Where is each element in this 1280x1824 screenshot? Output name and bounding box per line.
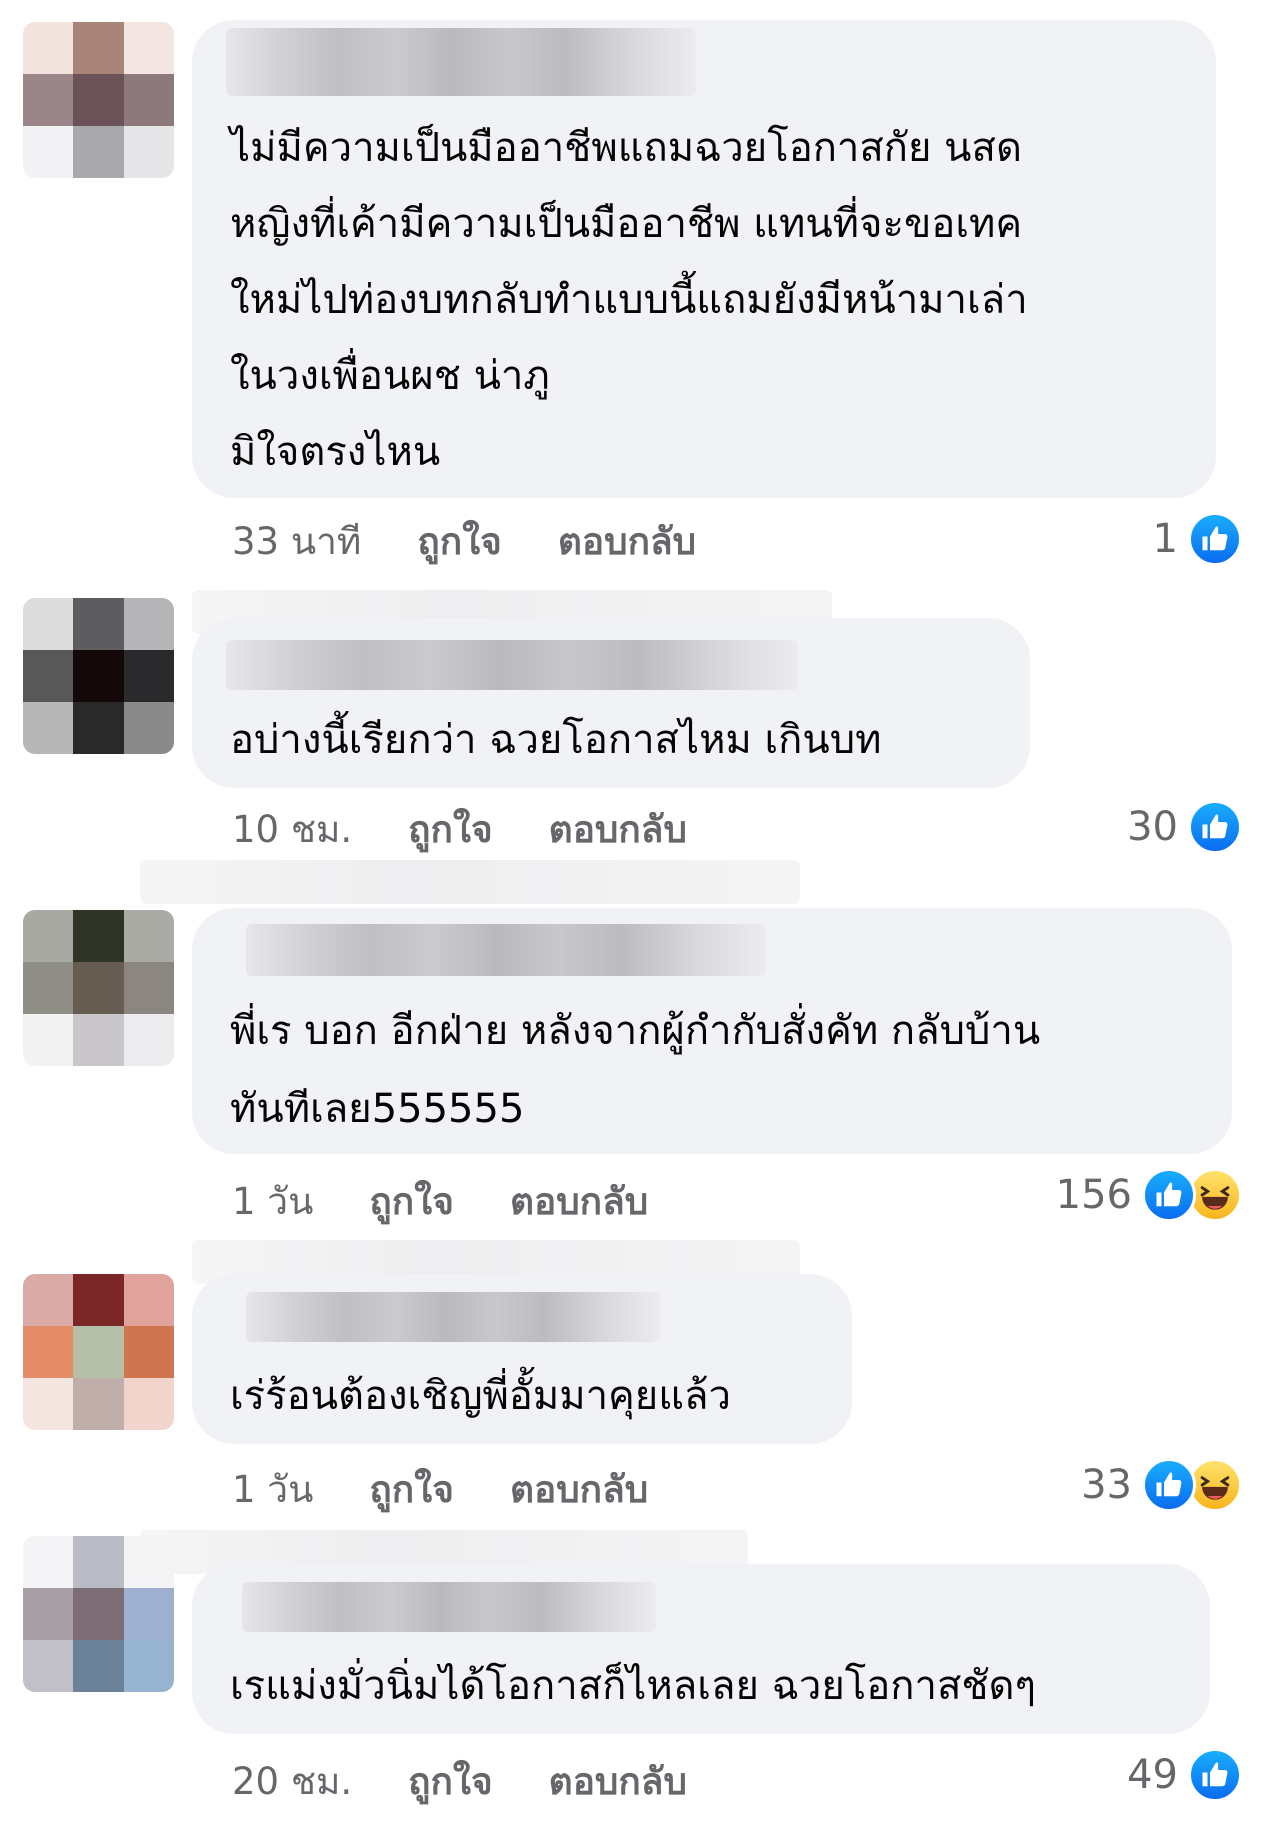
comment-actions: 20 ชม. ถูกใจ ตอบกลับ <box>232 1752 687 1811</box>
avatar-pixel <box>73 1588 124 1640</box>
avatar-pixel <box>123 962 174 1014</box>
avatar-pixel <box>23 74 74 126</box>
haha-icon <box>1188 1458 1242 1512</box>
like-button[interactable]: ถูกใจ <box>408 1752 493 1811</box>
comment-actions: 10 ชม. ถูกใจ ตอบกลับ <box>232 800 687 859</box>
like-icon <box>1188 800 1242 854</box>
avatar-pixel <box>73 22 124 74</box>
avatar-pixel <box>73 598 124 650</box>
reaction-count: 1 <box>1152 516 1178 562</box>
comment-bubble: อบ่างนี้เรียกว่า ฉวยโอกาสไหม เกินบท <box>192 618 1030 788</box>
comment-actions: 1 วัน ถูกใจ ตอบกลับ <box>232 1172 648 1231</box>
comment-time[interactable]: 20 ชม. <box>232 1752 352 1811</box>
like-icon <box>1188 512 1242 566</box>
avatar[interactable] <box>23 910 174 1066</box>
avatar[interactable] <box>23 1274 174 1430</box>
avatar-pixel <box>73 126 124 178</box>
avatar-pixel <box>23 1378 74 1430</box>
comment-time[interactable]: 1 วัน <box>232 1460 313 1519</box>
avatar-pixel <box>123 1378 174 1430</box>
avatar-pixel <box>73 910 124 962</box>
avatar-pixel <box>73 1274 124 1326</box>
comment-time[interactable]: 1 วัน <box>232 1172 313 1231</box>
avatar-pixel <box>23 22 74 74</box>
avatar-pixel <box>23 1640 74 1692</box>
comment-bubble: เรแม่งมั่วนิ่มได้โอกาสก็ไหลเลย ฉวยโอกาสช… <box>192 1564 1210 1734</box>
avatar-pixel <box>123 1274 174 1326</box>
avatar-pixel <box>73 1326 124 1378</box>
reply-button[interactable]: ตอบกลับ <box>510 1460 648 1519</box>
comment-bubble: ไม่มีความเป็นมืออาชีพแถมฉวยโอกาสกัย นสด … <box>192 20 1216 498</box>
avatar[interactable] <box>23 22 174 178</box>
haha-icon <box>1188 1168 1242 1222</box>
comment-time[interactable]: 10 ชม. <box>232 800 352 859</box>
avatar-pixel <box>123 1014 174 1066</box>
avatar-pixel <box>23 910 74 962</box>
commenter-name[interactable] <box>246 924 766 976</box>
reaction-count: 33 <box>1081 1462 1132 1508</box>
avatar-pixel <box>123 910 174 962</box>
like-icon <box>1188 1748 1242 1802</box>
avatar-pixel <box>123 1326 174 1378</box>
avatar-pixel <box>23 702 74 754</box>
like-icon <box>1142 1458 1196 1512</box>
avatar-pixel <box>73 1640 124 1692</box>
comment-actions: 1 วัน ถูกใจ ตอบกลับ <box>232 1460 648 1519</box>
reaction-summary[interactable]: 30 <box>1127 800 1242 854</box>
avatar-pixel <box>23 1326 74 1378</box>
reaction-summary[interactable]: 156 <box>1056 1168 1242 1222</box>
name-blur-top <box>140 860 800 904</box>
avatar-pixel <box>73 1536 124 1588</box>
avatar-pixel <box>23 1588 74 1640</box>
avatar-pixel <box>23 650 74 702</box>
like-button[interactable]: ถูกใจ <box>369 1172 454 1231</box>
avatar-pixel <box>123 702 174 754</box>
avatar-pixel <box>123 126 174 178</box>
commenter-name[interactable] <box>242 1582 656 1632</box>
avatar-pixel <box>73 1014 124 1066</box>
reply-button[interactable]: ตอบกลับ <box>549 1752 687 1811</box>
like-icon <box>1142 1168 1196 1222</box>
comment-actions: 33 นาที ถูกใจ ตอบกลับ <box>232 512 696 571</box>
avatar-pixel <box>73 962 124 1014</box>
avatar-pixel <box>73 702 124 754</box>
avatar-pixel <box>123 1640 174 1692</box>
reaction-summary[interactable]: 1 <box>1153 512 1242 566</box>
avatar-pixel <box>123 74 174 126</box>
commenter-name[interactable] <box>246 1292 660 1342</box>
avatar-pixel <box>73 1378 124 1430</box>
reply-button[interactable]: ตอบกลับ <box>549 800 687 859</box>
commenter-name[interactable] <box>226 28 696 96</box>
avatar-pixel <box>23 1014 74 1066</box>
avatar-pixel <box>123 22 174 74</box>
avatar-pixel <box>123 598 174 650</box>
commenter-name[interactable] <box>226 640 798 690</box>
reaction-count: 30 <box>1127 804 1178 850</box>
avatar-pixel <box>23 1274 74 1326</box>
reaction-summary[interactable]: 49 <box>1127 1748 1242 1802</box>
like-button[interactable]: ถูกใจ <box>417 512 502 571</box>
reaction-count: 49 <box>1127 1752 1178 1798</box>
avatar-pixel <box>73 650 124 702</box>
reaction-count: 156 <box>1055 1172 1132 1218</box>
like-button[interactable]: ถูกใจ <box>369 1460 454 1519</box>
avatar-pixel <box>123 650 174 702</box>
avatar-pixel <box>123 1588 174 1640</box>
avatar[interactable] <box>23 598 174 754</box>
avatar-pixel <box>23 126 74 178</box>
avatar-pixel <box>23 598 74 650</box>
like-button[interactable]: ถูกใจ <box>408 800 493 859</box>
reply-button[interactable]: ตอบกลับ <box>510 1172 648 1231</box>
reaction-summary[interactable]: 33 <box>1081 1458 1242 1512</box>
comment-time[interactable]: 33 นาที <box>232 512 361 571</box>
avatar-pixel <box>73 74 124 126</box>
reply-button[interactable]: ตอบกลับ <box>558 512 696 571</box>
comment-bubble: เร่ร้อนต้องเชิญพี่อั้มมาคุยแล้ว <box>192 1274 852 1444</box>
avatar-pixel <box>23 962 74 1014</box>
comment-bubble: พี่เร บอก อีกฝ่าย หลังจากผู้กำกับสั่งคัท… <box>192 908 1232 1154</box>
avatar-pixel <box>23 1536 74 1588</box>
